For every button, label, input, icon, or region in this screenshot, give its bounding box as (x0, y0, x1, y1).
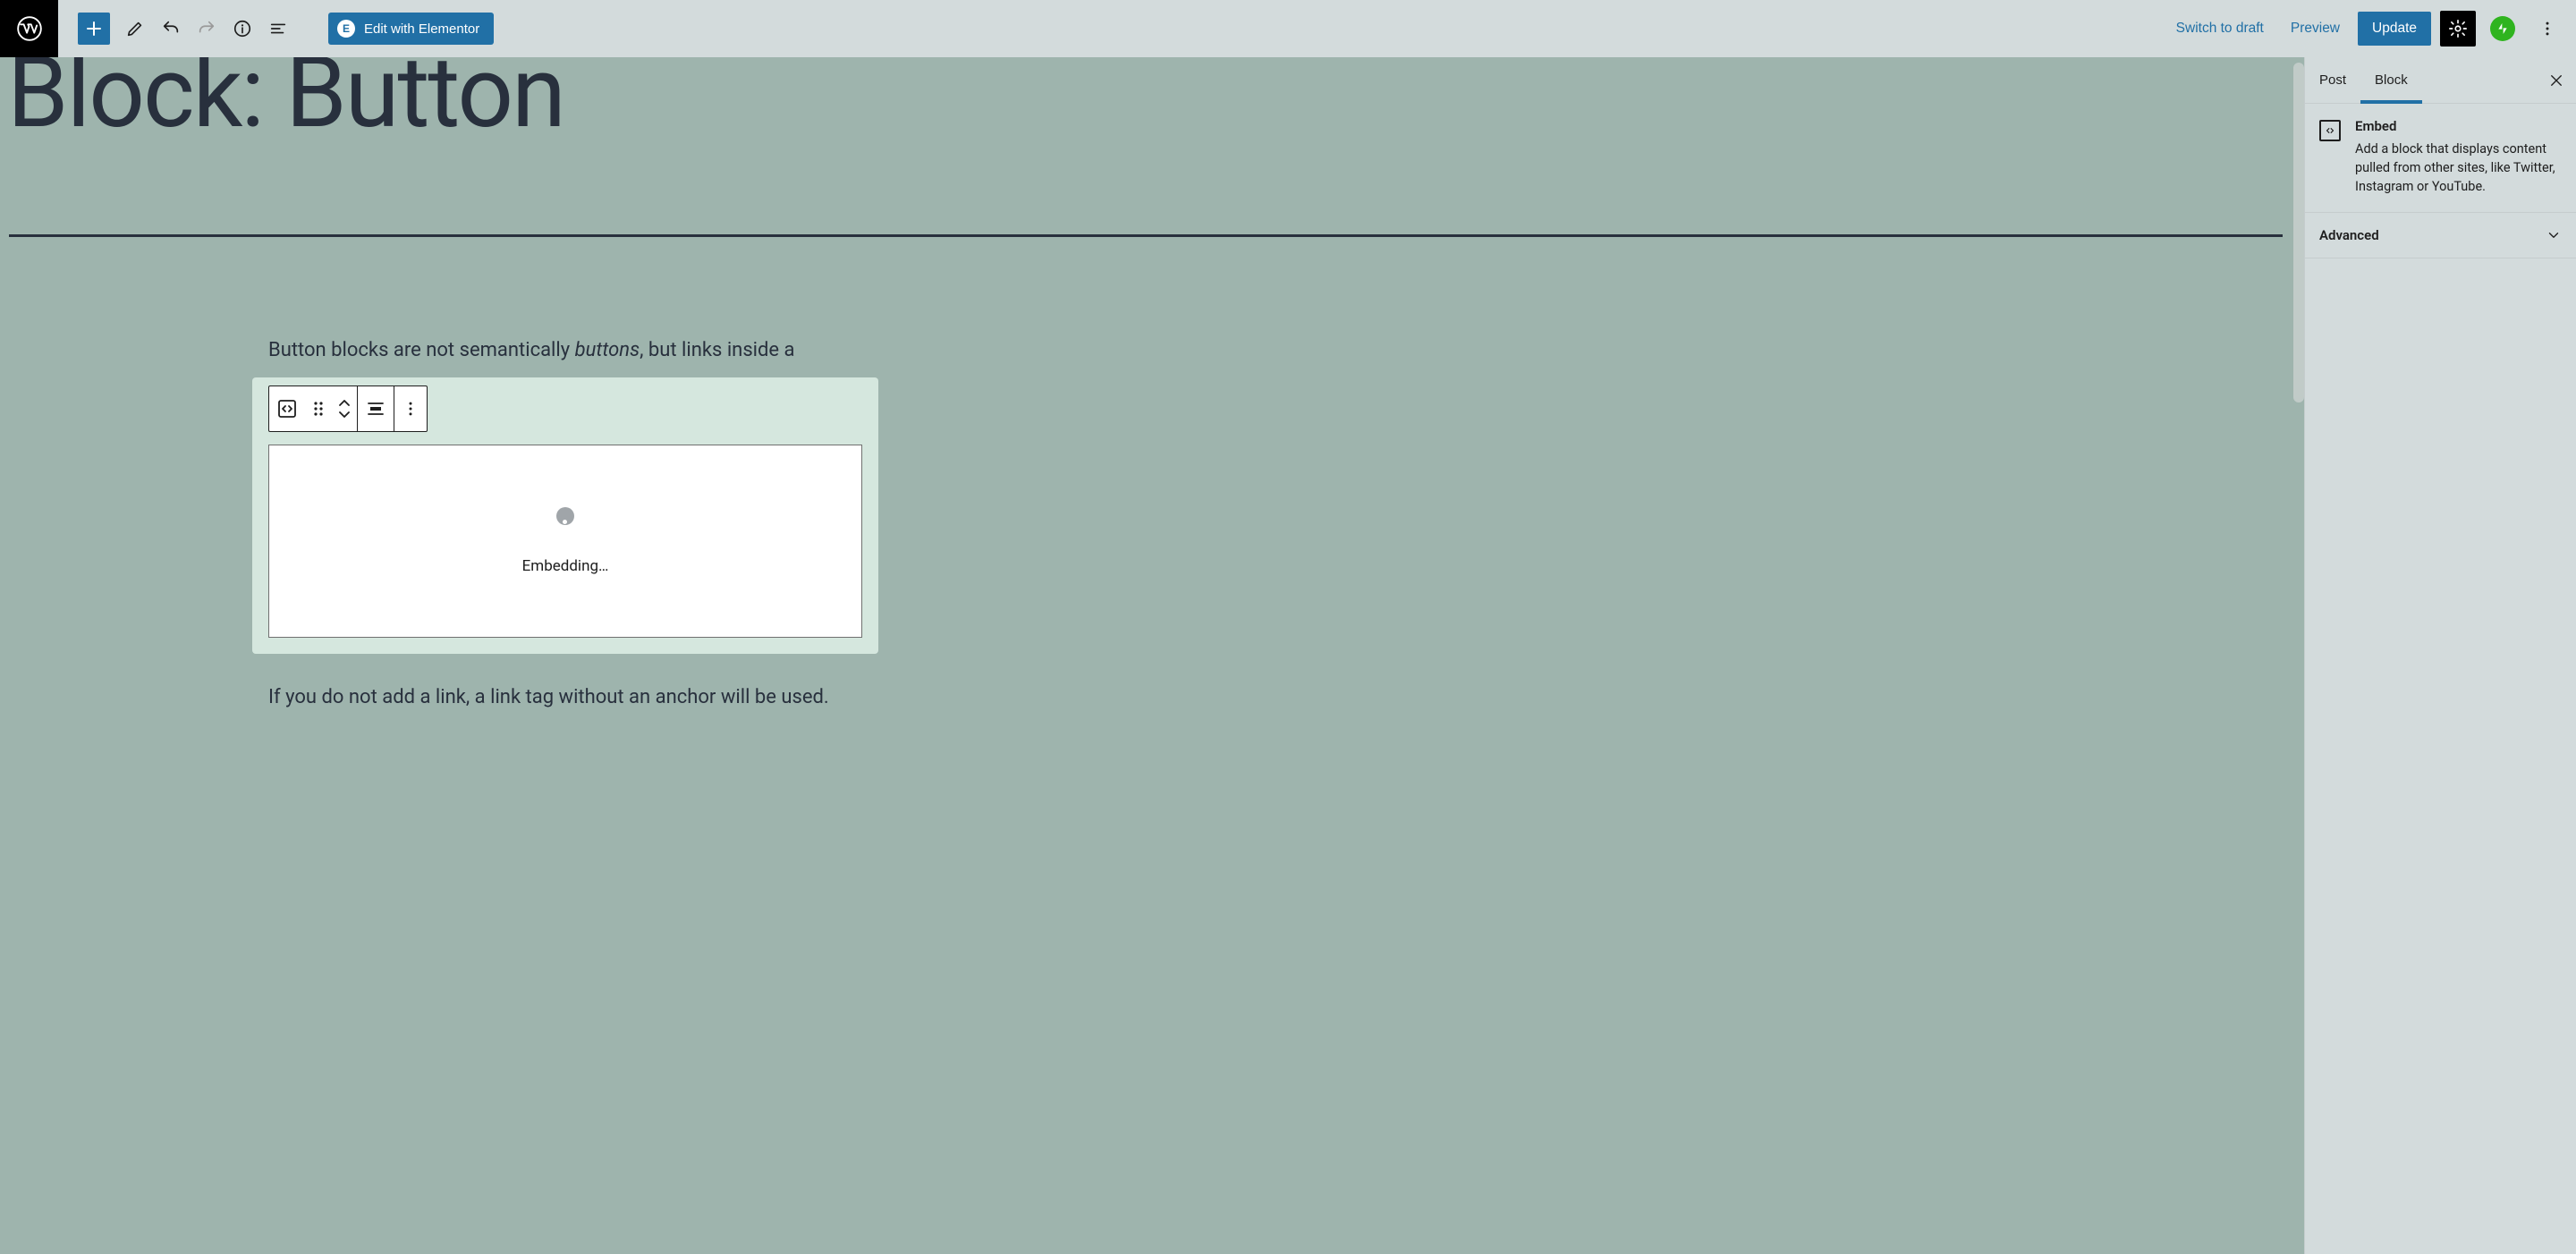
spinner-icon (556, 507, 574, 525)
close-sidebar-button[interactable] (2544, 68, 2569, 93)
redo-icon (197, 19, 216, 38)
align-icon (365, 398, 386, 419)
kebab-icon (2538, 20, 2556, 38)
scrollbar[interactable] (2293, 63, 2304, 402)
block-type-button[interactable] (269, 386, 305, 431)
preview-button[interactable]: Preview (2282, 13, 2349, 44)
chevron-down-icon (337, 409, 352, 419)
add-block-button[interactable] (78, 13, 110, 45)
jetpack-button[interactable] (2485, 11, 2521, 47)
editor-canvas[interactable]: Block: Button Button blocks are not sema… (0, 57, 2304, 1254)
update-button[interactable]: Update (2358, 12, 2431, 46)
kebab-icon (402, 400, 419, 418)
redo-button[interactable] (189, 11, 225, 47)
tab-post[interactable]: Post (2305, 57, 2360, 103)
wordpress-icon (17, 16, 42, 41)
undo-icon (161, 19, 181, 38)
elementor-icon: E (337, 20, 355, 38)
gear-icon (2448, 19, 2468, 38)
close-icon (2548, 72, 2564, 89)
top-toolbar: E Edit with Elementor Switch to draft Pr… (0, 0, 2576, 57)
settings-sidebar: Post Block Embed Add a block that displa… (2304, 57, 2576, 1254)
switch-to-draft-button[interactable]: Switch to draft (2167, 13, 2273, 44)
align-button[interactable] (358, 386, 394, 431)
jetpack-icon (2490, 16, 2515, 41)
elementor-label: Edit with Elementor (364, 21, 479, 37)
details-button[interactable] (225, 11, 260, 47)
block-info-panel: Embed Add a block that displays content … (2305, 104, 2576, 213)
chevron-up-icon (337, 398, 352, 409)
undo-button[interactable] (153, 11, 189, 47)
embed-block[interactable]: Embedding… (252, 377, 878, 654)
wp-logo-button[interactable] (0, 0, 58, 57)
advanced-label: Advanced (2319, 227, 2379, 243)
plus-icon (83, 18, 105, 39)
page-title[interactable]: Block: Button (7, 57, 2295, 145)
outline-button[interactable] (260, 11, 296, 47)
list-view-icon (268, 19, 288, 38)
more-options-button[interactable] (2529, 11, 2565, 47)
tab-block[interactable]: Block (2360, 57, 2422, 103)
separator (9, 234, 2283, 237)
edit-mode-button[interactable] (117, 11, 153, 47)
drag-icon (312, 400, 325, 418)
move-down-button[interactable] (337, 409, 352, 419)
paragraph-2[interactable]: If you do not add a link, a link tag wit… (268, 682, 894, 712)
embed-icon (276, 398, 298, 419)
pencil-icon (125, 19, 145, 38)
paragraph-1[interactable]: Button blocks are not semantically butto… (268, 335, 894, 365)
advanced-panel-toggle[interactable]: Advanced (2305, 213, 2576, 258)
block-more-button[interactable] (394, 386, 427, 431)
settings-button[interactable] (2440, 11, 2476, 47)
move-up-button[interactable] (337, 398, 352, 409)
chevron-down-icon (2546, 227, 2562, 243)
embed-status-text: Embedding… (522, 557, 609, 575)
drag-handle[interactable] (305, 386, 332, 431)
embed-placeholder: Embedding… (268, 445, 862, 638)
embed-icon (2319, 120, 2341, 141)
block-toolbar (268, 386, 428, 432)
block-description: Add a block that displays content pulled… (2355, 140, 2562, 196)
info-icon (233, 19, 252, 38)
edit-with-elementor-button[interactable]: E Edit with Elementor (328, 13, 494, 45)
block-name: Embed (2355, 118, 2562, 134)
